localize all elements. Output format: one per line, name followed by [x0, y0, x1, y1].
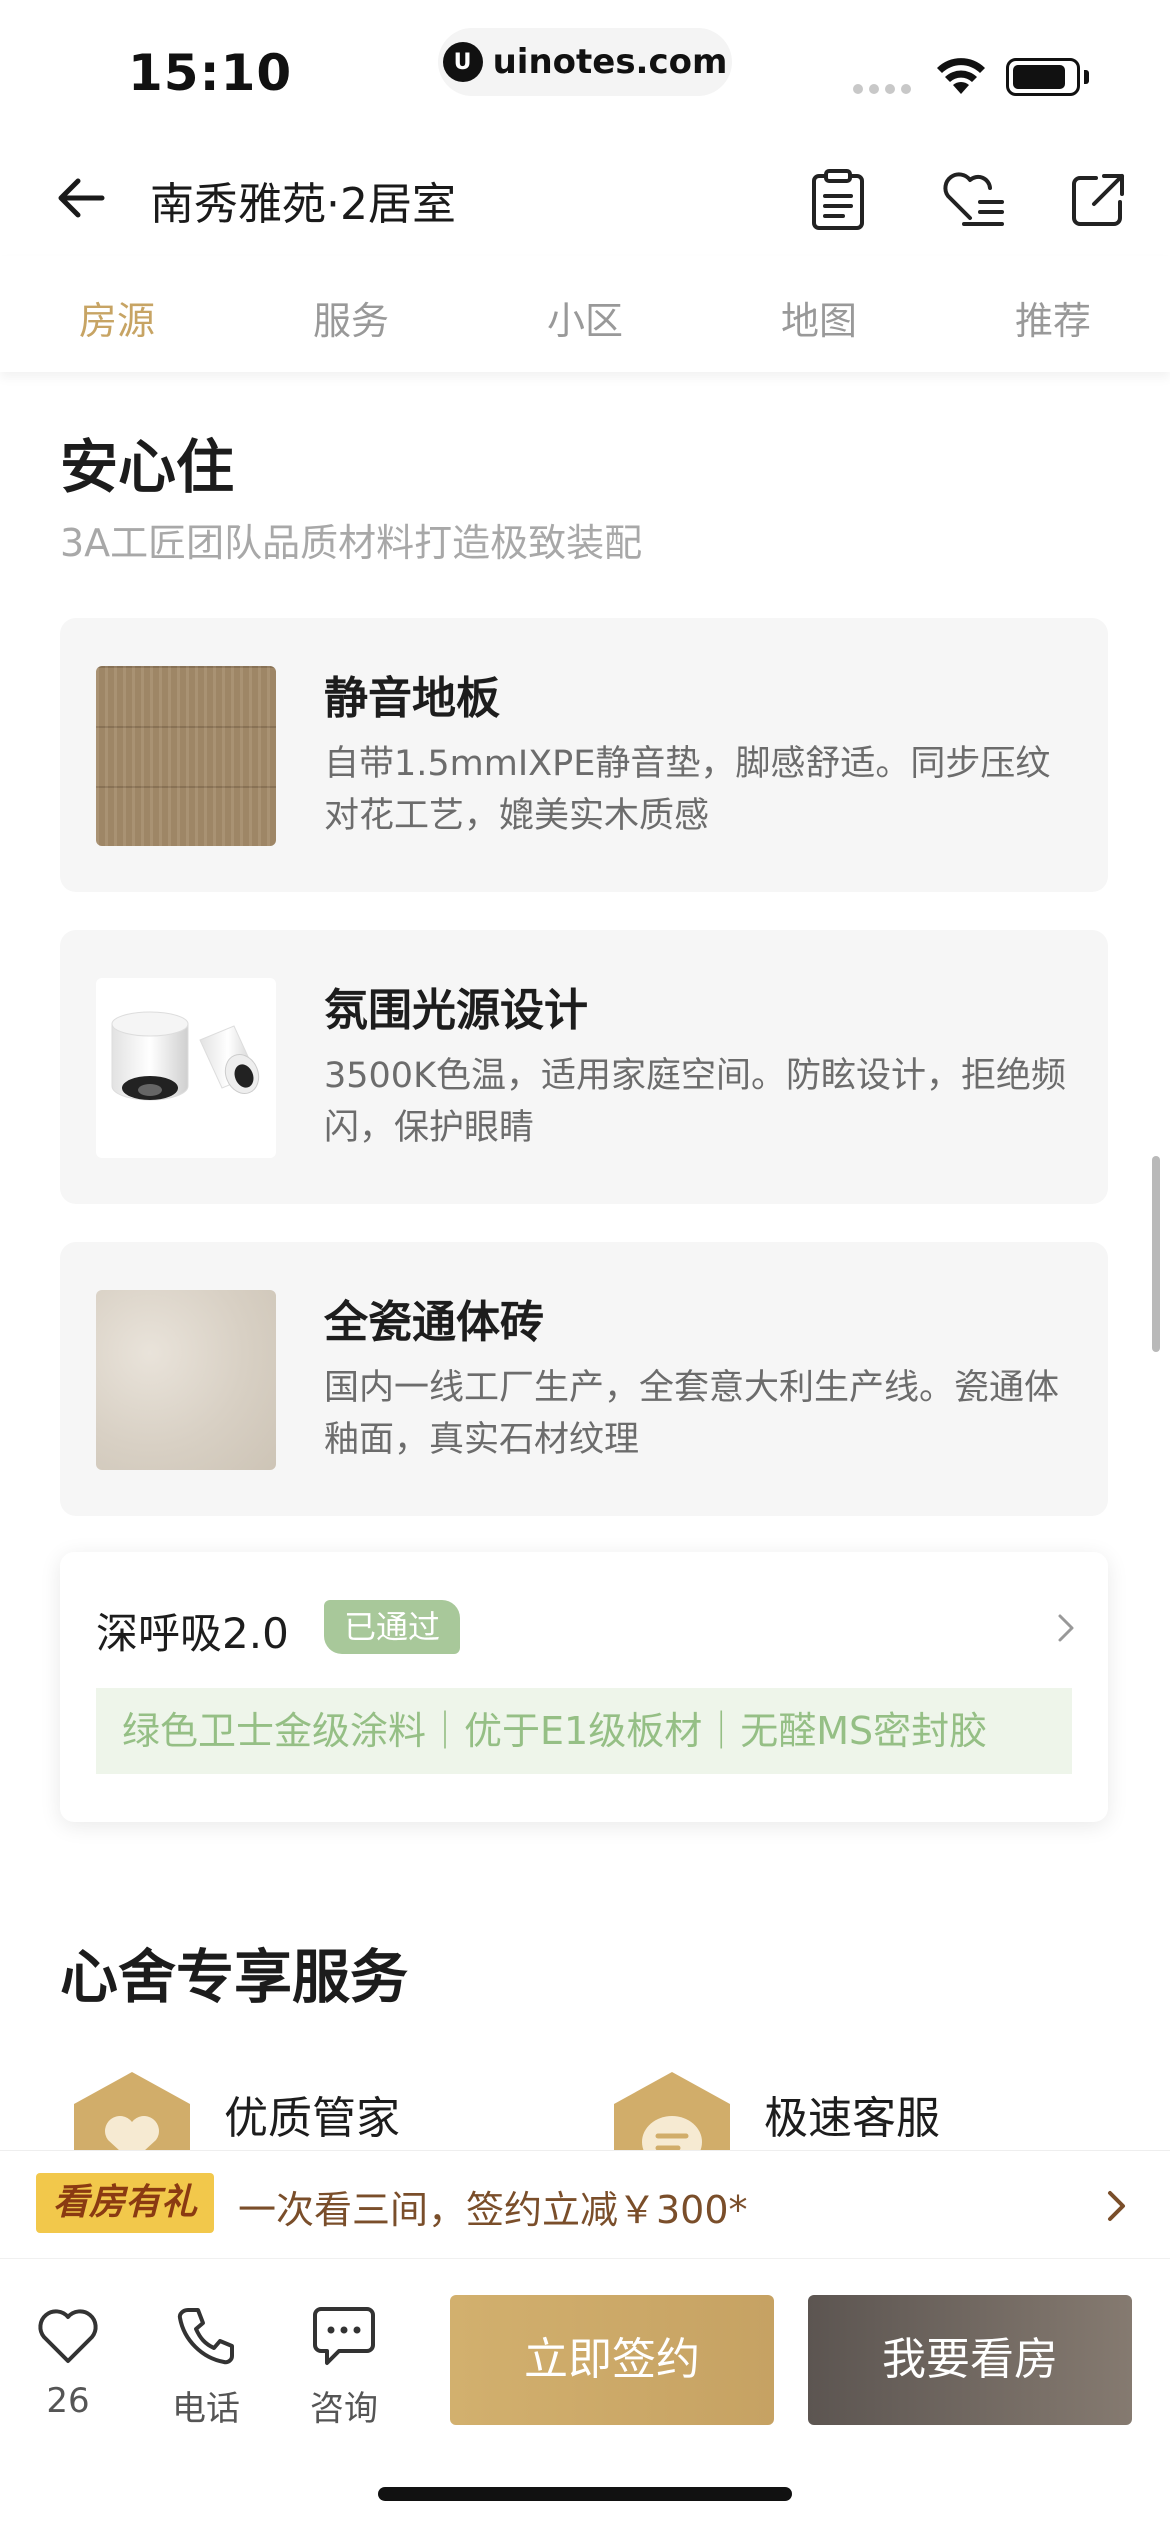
tab-map[interactable]: 地图: [702, 256, 936, 372]
favorite-count: 26: [46, 2381, 90, 2421]
phone-button[interactable]: 电话: [156, 2299, 256, 2430]
back-arrow-icon[interactable]: [52, 168, 112, 228]
site-logo-icon: U: [442, 42, 483, 82]
tile-image: [96, 1290, 276, 1470]
battery-icon: [1006, 58, 1080, 96]
wood-floor-image: [96, 666, 276, 846]
feature-card[interactable]: 静音地板 自带1.5mmIXPE静音垫，脚感舒适。同步压纹对花工艺，媲美实木质感: [60, 618, 1108, 892]
promo-text: 一次看三间，签约立减￥300*: [238, 2188, 748, 2232]
service-label: 优质管家: [224, 2093, 400, 2144]
services-title: 心舍专享服务: [60, 1943, 409, 2011]
tab-recommend[interactable]: 推荐: [936, 256, 1170, 372]
clipboard-icon: [812, 169, 864, 230]
feature-card[interactable]: 全瓷通体砖 国内一线工厂生产，全套意大利生产线。瓷通体釉面，真实石材纹理: [60, 1242, 1108, 1516]
feature-title: 氛围光源设计: [324, 985, 588, 1036]
feature-desc: 自带1.5mmIXPE静音垫，脚感舒适。同步压纹对花工艺，媲美实木质感: [324, 744, 1051, 836]
status-badge: 已通过: [324, 1600, 461, 1654]
battery-tip: [1084, 70, 1089, 84]
wifi-icon: [937, 58, 985, 94]
consult-button[interactable]: 咨询: [294, 2299, 394, 2430]
bottom-action-bar: 26 电话 咨询 立即签约 我要看房: [0, 2258, 1170, 2532]
status-time: 15:10: [128, 44, 293, 102]
feature-desc: 国内一线工厂生产，全套意大利生产线。瓷通体釉面，真实石材纹理: [324, 1368, 1060, 1460]
deep-breath-card[interactable]: 深呼吸2.0 已通过 绿色卫士金级涂料｜优于E1级板材｜无醛MS密封胶: [60, 1552, 1108, 1822]
notes-button[interactable]: [802, 164, 874, 236]
phone-label: 电话: [172, 2389, 240, 2429]
view-house-button[interactable]: 我要看房: [808, 2295, 1132, 2425]
promo-tag: 看房有礼: [36, 2173, 214, 2233]
scrollbar[interactable]: [1152, 1156, 1160, 1352]
cellular-signal-icon: [853, 84, 911, 94]
section-title: 安心住: [60, 433, 235, 501]
url-text: uinotes.com: [492, 42, 728, 82]
tab-service[interactable]: 服务: [234, 256, 468, 372]
service-label: 极速客服: [764, 2093, 940, 2144]
spotlights-image: [96, 978, 276, 1158]
heart-outline-icon: [38, 2309, 98, 2363]
feature-card[interactable]: 氛围光源设计 3500K色温，适用家庭空间。防眩设计，拒绝频闪，保护眼睛: [60, 930, 1108, 1204]
nav-bar: 南秀雅苑·2居室: [0, 140, 1170, 256]
promo-banner[interactable]: 看房有礼 一次看三间，签约立减￥300*: [0, 2150, 1170, 2258]
section-tabs: 房源 服务 小区 地图 推荐: [0, 256, 1170, 372]
status-bar: 15:10 U uinotes.com: [0, 0, 1170, 140]
url-pill[interactable]: U uinotes.com: [438, 28, 732, 96]
chat-bubble-icon: [313, 2307, 375, 2365]
home-indicator[interactable]: [378, 2487, 792, 2501]
feature-title: 静音地板: [324, 673, 500, 724]
tab-community[interactable]: 小区: [468, 256, 702, 372]
chevron-right-icon: [1108, 2191, 1125, 2221]
consult-label: 咨询: [310, 2389, 378, 2429]
section-subtitle: 3A工匠团队品质材料打造极致装配: [60, 521, 643, 565]
chevron-right-icon: [1058, 1614, 1074, 1642]
page-title: 南秀雅苑·2居室: [150, 179, 456, 230]
deep-breath-title: 深呼吸2.0: [96, 1609, 289, 1658]
sign-now-button[interactable]: 立即签约: [450, 2295, 774, 2425]
share-icon: [1072, 174, 1124, 226]
share-button[interactable]: [1062, 164, 1134, 236]
feature-desc: 3500K色温，适用家庭空间。防眩设计，拒绝频闪，保护眼睛: [324, 1056, 1067, 1148]
favorite-button[interactable]: 26: [18, 2299, 118, 2421]
heart-list-icon: [943, 172, 1004, 226]
phone-icon: [177, 2308, 234, 2365]
deep-breath-tags: 绿色卫士金级涂料｜优于E1级板材｜无醛MS密封胶: [96, 1688, 1072, 1774]
favorite-list-button[interactable]: [938, 164, 1010, 236]
tab-listing[interactable]: 房源: [0, 256, 234, 372]
feature-title: 全瓷通体砖: [324, 1297, 544, 1348]
